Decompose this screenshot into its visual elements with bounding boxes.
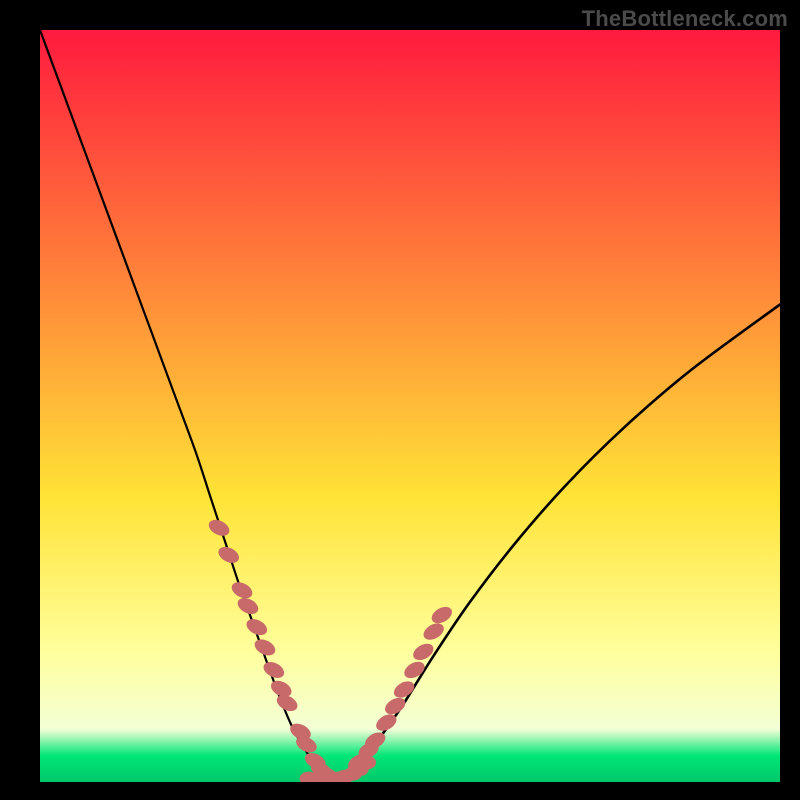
bead-marker (235, 595, 261, 617)
bead-marker (429, 603, 455, 626)
curve-left-branch (40, 30, 329, 777)
bead-marker (229, 579, 255, 601)
curve-layer (40, 30, 780, 782)
watermark-text: TheBottleneck.com (582, 6, 788, 32)
bead-marker (410, 640, 436, 663)
bead-marker (216, 544, 242, 566)
plot-area (40, 30, 780, 782)
bead-marker (261, 659, 287, 681)
bead-marker (391, 678, 417, 701)
bead-marker (401, 658, 427, 681)
beads-group (206, 517, 455, 782)
chart-stage: TheBottleneck.com (0, 0, 800, 800)
